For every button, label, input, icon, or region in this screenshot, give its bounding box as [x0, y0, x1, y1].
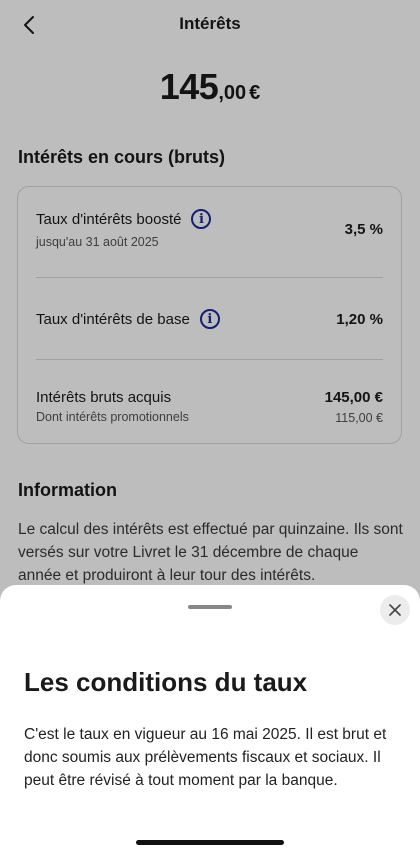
close-button[interactable] [380, 595, 410, 625]
close-icon [389, 604, 401, 616]
sheet-grabber[interactable] [188, 605, 232, 609]
sheet-title: Les conditions du taux [24, 667, 308, 697]
bottom-sheet: Les conditions du taux C'est le taux en … [0, 585, 420, 854]
home-indicator [136, 840, 284, 845]
sheet-text: C'est le taux en vigueur au 16 mai 2025.… [24, 726, 387, 789]
